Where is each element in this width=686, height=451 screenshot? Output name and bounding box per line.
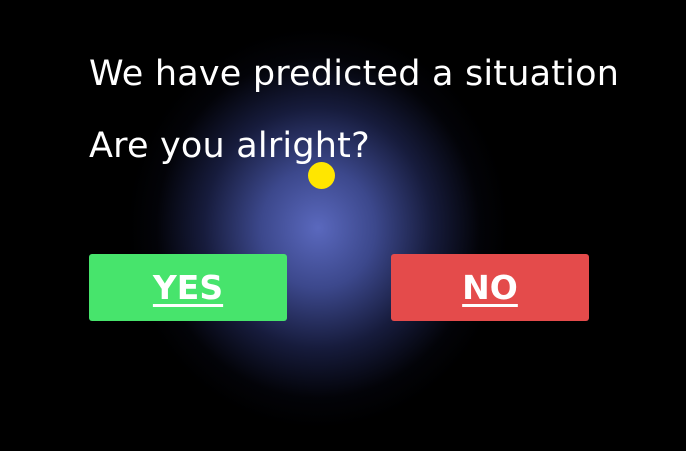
no-button-label: NO [462, 268, 518, 307]
yes-button[interactable]: YES [89, 254, 287, 321]
no-button[interactable]: NO [391, 254, 589, 321]
message-line-1: We have predicted a situation [89, 54, 620, 94]
yes-button-label: YES [152, 268, 224, 307]
message-line-2: Are you alright? [89, 126, 370, 166]
pointer-cursor-icon [308, 162, 335, 189]
